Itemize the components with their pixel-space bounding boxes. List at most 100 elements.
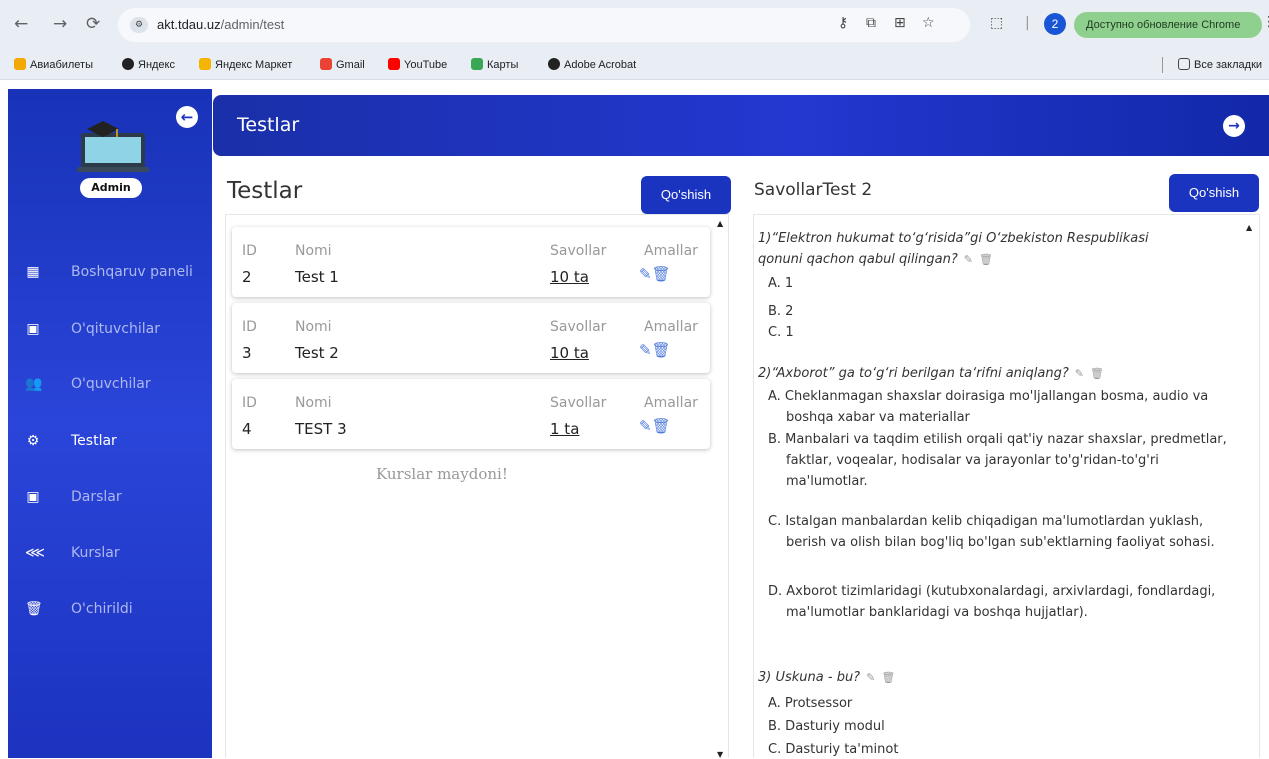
chrome-update-button[interactable]: Доступно обновление Chrome (1074, 12, 1262, 38)
url-text[interactable]: akt.tdau.uz/admin/test (157, 17, 284, 32)
actions-header: Amallar (644, 243, 698, 259)
answer-option: C. Istalgan manbalardan kelib chiqadigan… (768, 514, 1215, 550)
bookmarks-bar: Авиабилеты Яндекс Яндекс Маркет Gmail Yo… (0, 50, 1269, 80)
delete-trash-icon[interactable]: 🗑 (881, 671, 895, 684)
maps-icon (471, 58, 483, 70)
answer-option: B. Manbalari va taqdim etilish orqali qa… (768, 432, 1227, 489)
test-id: 3 (242, 344, 252, 362)
tests-list: ID Nomi Savollar Amallar 2 Test 1 10 ta … (225, 214, 729, 759)
bookmark-label: Gmail (336, 59, 365, 71)
answer-option: A. Cheklanmagan shaxslar doirasiga mo'lj… (768, 389, 1209, 425)
back-icon[interactable]: ← (14, 14, 28, 34)
bookmark-aviabilety[interactable]: Авиабилеты (14, 58, 93, 71)
sidebar-item-label: Testlar (71, 433, 117, 449)
sidebar-item-label: Kurslar (71, 545, 120, 561)
page-header: Testlar → (213, 95, 1269, 156)
all-bookmarks[interactable]: Все закладки (1178, 58, 1262, 71)
sidebar-item-label: O'quvchilar (71, 376, 151, 392)
answer-option: D. Axborot tizimlaridagi (kutubxonalarda… (768, 584, 1216, 620)
questions-link[interactable]: 10 ta (550, 344, 589, 362)
sidebar-item-ochirildi[interactable]: 🗑 O'chirildi (8, 590, 212, 630)
test-card[interactable]: ID Nomi Savollar Amallar 2 Test 1 10 ta … (232, 227, 710, 297)
translate-icon[interactable]: ⊞ (894, 15, 906, 31)
admin-badge: Admin (80, 178, 142, 198)
questions-link[interactable]: 10 ta (550, 268, 589, 286)
sidebar: ← Admin ▦ Boshqaruv paneli ▣ O'qituvchil… (8, 89, 212, 758)
logout-arrow-icon[interactable]: → (1223, 115, 1245, 137)
bookmark-yandex[interactable]: Яндекс (122, 58, 175, 71)
teacher-icon: ▣ (26, 321, 40, 337)
actions-header: Amallar (644, 395, 698, 411)
site-info-icon[interactable]: ⚙ (130, 17, 148, 33)
reload-icon[interactable]: ⟳ (86, 14, 100, 34)
edit-pencil-icon[interactable]: ✎ (639, 417, 652, 435)
browser-toolbar: ← → ⟳ ⚙ akt.tdau.uz/admin/test ⚷ ⧉ ⊞ ☆ ⬚… (0, 0, 1269, 50)
sidebar-item-label: O'chirildi (71, 601, 133, 617)
bookmark-label: Карты (487, 59, 519, 71)
sidebar-item-darslar[interactable]: ▣ Darslar (8, 478, 212, 518)
test-card[interactable]: ID Nomi Savollar Amallar 3 Test 2 10 ta … (232, 303, 710, 373)
question-text-cont: qonuni qachon qabul qilingan? (758, 252, 958, 267)
bookmark-yandex-market[interactable]: Яндекс Маркет (199, 58, 292, 71)
edit-pencil-icon[interactable]: ✎ (639, 265, 652, 283)
tests-section-title: Testlar (227, 178, 303, 204)
browser-menu-icon[interactable]: ⋮ (1262, 14, 1269, 30)
acrobat-icon (548, 58, 560, 70)
sidebar-item-testlar[interactable]: ⚙ Testlar (8, 422, 212, 462)
plane-icon (14, 58, 26, 70)
active-item-marker (3, 430, 8, 456)
profile-avatar[interactable]: 2 (1044, 13, 1066, 35)
test-card[interactable]: ID Nomi Savollar Amallar 4 TEST 3 1 ta ✎… (232, 379, 710, 449)
answer-option: B. 2 (768, 304, 794, 319)
edit-pencil-icon[interactable]: ✎ (866, 671, 875, 684)
delete-trash-icon[interactable]: 🗑 (652, 417, 671, 435)
row-actions: ✎🗑 (639, 341, 671, 359)
delete-trash-icon[interactable]: 🗑 (1090, 367, 1104, 380)
bookmark-star-icon[interactable]: ☆ (922, 15, 935, 31)
scroll-up-arrow-icon[interactable]: ▲ (717, 219, 723, 228)
install-app-icon[interactable]: ⧉ (866, 15, 876, 31)
url-path: /admin/test (220, 17, 285, 32)
edit-pencil-icon[interactable]: ✎ (964, 253, 973, 266)
password-key-icon[interactable]: ⚷ (838, 15, 848, 31)
bookmark-label: Авиабилеты (30, 59, 94, 71)
url-host: akt.tdau.uz (157, 17, 221, 32)
questions-link[interactable]: 1 ta (550, 420, 579, 438)
add-test-button[interactable]: Qo'shish (641, 176, 731, 214)
delete-trash-icon[interactable]: 🗑 (652, 265, 671, 283)
question-item: 2)“Axborot” ga to‘g‘ri berilgan ta‘rifni… (758, 363, 1104, 384)
questions-section-title: SavollarTest 2 (754, 180, 873, 200)
bookmark-youtube[interactable]: YouTube (388, 58, 447, 71)
questions-header: Savollar (550, 243, 607, 259)
questions-header: Savollar (550, 395, 607, 411)
page-title: Testlar (237, 114, 300, 136)
sidebar-item-boshqaruv-paneli[interactable]: ▦ Boshqaruv paneli (8, 253, 212, 293)
extensions-icon[interactable]: ⬚ (990, 15, 1003, 31)
answer-option: B. Dasturiy modul (768, 719, 885, 734)
add-question-button[interactable]: Qo'shish (1169, 174, 1259, 212)
sidebar-item-label: Darslar (71, 489, 122, 505)
edit-pencil-icon[interactable]: ✎ (1075, 367, 1084, 380)
question-text: 3) Uskuna - bu? (758, 670, 861, 685)
row-actions: ✎🗑 (639, 265, 671, 283)
delete-trash-icon[interactable]: 🗑 (652, 341, 671, 359)
bookmark-karty[interactable]: Карты (471, 58, 518, 71)
sidebar-item-oqituvchilar[interactable]: ▣ O'qituvchilar (8, 310, 212, 350)
bookmark-adobe-acrobat[interactable]: Adobe Acrobat (548, 58, 636, 71)
scroll-up-arrow-icon[interactable]: ▲ (1246, 223, 1252, 232)
sidebar-item-oquvchilar[interactable]: 👥 O'quvchilar (8, 365, 212, 405)
forward-icon[interactable]: → (53, 14, 67, 34)
collapse-sidebar-icon[interactable]: ← (176, 106, 198, 128)
trash-icon: 🗑 (25, 601, 43, 617)
question-text: 2)“Axborot” ga to‘g‘ri berilgan ta‘rifni… (758, 366, 1069, 381)
sidebar-item-kurslar[interactable]: ⋘ Kurslar (8, 534, 212, 574)
test-id: 2 (242, 268, 252, 286)
questions-list: ▲ 1)“Elektron hukumat to‘g‘risida”gi O‘z… (753, 214, 1260, 758)
courses-icon: ⋘ (25, 545, 45, 561)
test-name: Test 2 (295, 344, 339, 362)
edit-pencil-icon[interactable]: ✎ (639, 341, 652, 359)
delete-trash-icon[interactable]: 🗑 (979, 253, 993, 266)
test-name: TEST 3 (295, 420, 347, 438)
bookmark-gmail[interactable]: Gmail (320, 58, 365, 71)
gmail-icon (320, 58, 332, 70)
